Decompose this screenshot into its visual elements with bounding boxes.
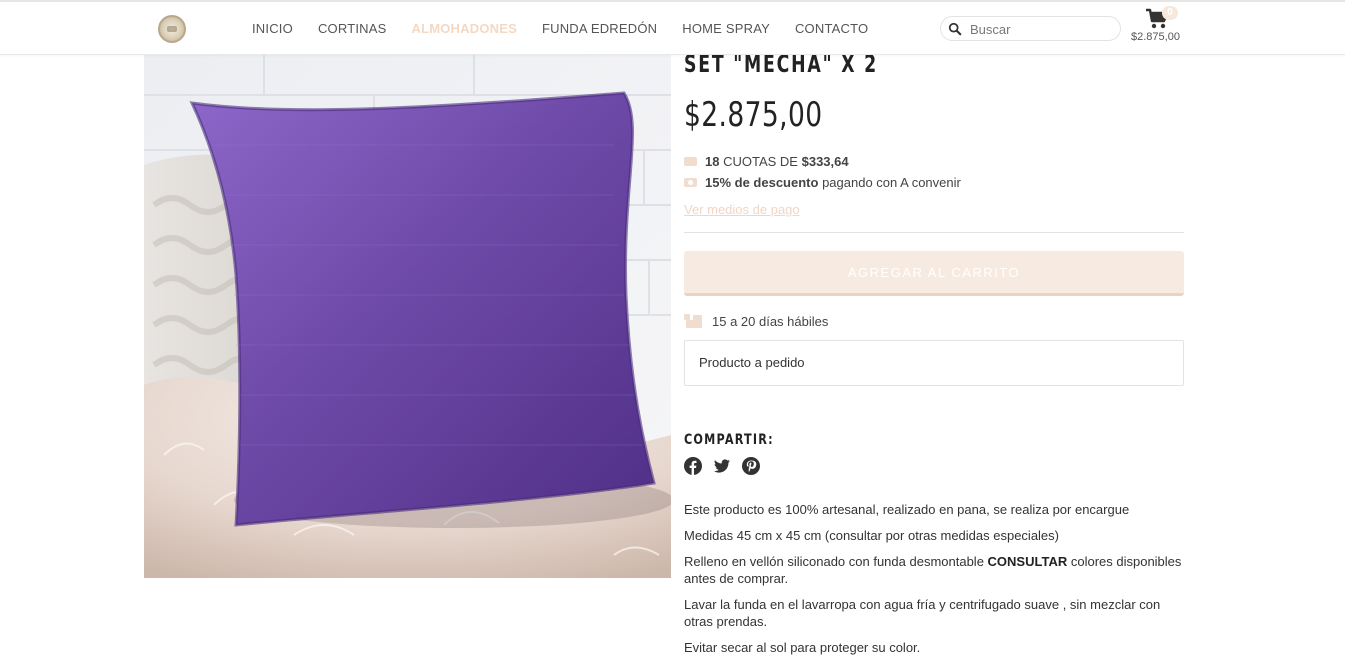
search-box (940, 16, 1121, 41)
description-paragraph: Lavar la funda en el lavarropa con agua … (684, 597, 1161, 629)
nav-item-cortinas[interactable]: CORTINAS (318, 21, 387, 36)
cash-icon (684, 178, 697, 188)
description-paragraph: Relleno en vellón siliconado con funda d… (684, 553, 1184, 587)
description-paragraph: Medidas 45 cm x 45 cm (consultar por otr… (684, 528, 1059, 543)
product-image[interactable] (144, 55, 671, 578)
add-to-cart-button[interactable]: AGREGAR AL CARRITO (684, 251, 1184, 296)
installments-text: CUOTAS DE (723, 154, 798, 169)
cart-total[interactable]: $2.875,00 (1131, 31, 1180, 43)
nav-item-contacto[interactable]: CONTACTO (795, 21, 868, 36)
store-logo[interactable] (158, 15, 186, 43)
credit-card-icon (684, 157, 697, 167)
product-price: $2.875,00 (684, 95, 823, 135)
search-input[interactable] (970, 20, 1115, 38)
installments-count: 18 (705, 154, 720, 169)
description-paragraph: Evitar secar al sol para proteger su col… (684, 640, 921, 655)
search-icon[interactable] (948, 22, 962, 36)
shipping-time: 15 a 20 días hábiles (712, 314, 829, 329)
shipping-info: 15 a 20 días hábiles (684, 313, 829, 330)
main-nav: INICIO CORTINAS ALMOHADONES FUNDA EDREDÓ… (252, 21, 893, 36)
cart-count-badge: 0 (1162, 6, 1178, 20)
nav-item-home-spray[interactable]: HOME SPRAY (682, 21, 770, 36)
product-description: Este producto es 100% artesanal, realiza… (684, 501, 1184, 660)
nav-item-funda-edredon[interactable]: FUNDA EDREDÓN (542, 21, 657, 36)
installments-info: 18 CUOTAS DE $333,64 (684, 154, 849, 169)
share-title: COMPARTIR: (684, 432, 774, 448)
share-icons (684, 457, 760, 475)
payment-methods-link[interactable]: Ver medios de pago (684, 202, 800, 217)
site-header: INICIO CORTINAS ALMOHADONES FUNDA EDREDÓ… (0, 0, 1345, 55)
discount-text: pagando con A convenir (822, 175, 961, 190)
description-paragraph: Este producto es 100% artesanal, realiza… (684, 502, 1130, 517)
description-text: Relleno en vellón siliconado con funda d… (684, 554, 988, 569)
box-icon (684, 313, 702, 328)
stock-note: Producto a pedido (684, 340, 1184, 386)
installments-amount: $333,64 (801, 154, 849, 169)
divider (684, 232, 1184, 233)
nav-item-almohadones[interactable]: ALMOHADONES (411, 21, 516, 36)
twitter-icon[interactable] (713, 457, 731, 475)
discount-info: 15% de descuento pagando con A convenir (684, 175, 961, 190)
nav-item-inicio[interactable]: INICIO (252, 21, 293, 36)
pinterest-icon[interactable] (742, 457, 760, 475)
facebook-icon[interactable] (684, 457, 702, 475)
description-highlight: CONSULTAR (987, 554, 1068, 569)
discount-label: 15% de descuento (705, 175, 819, 190)
